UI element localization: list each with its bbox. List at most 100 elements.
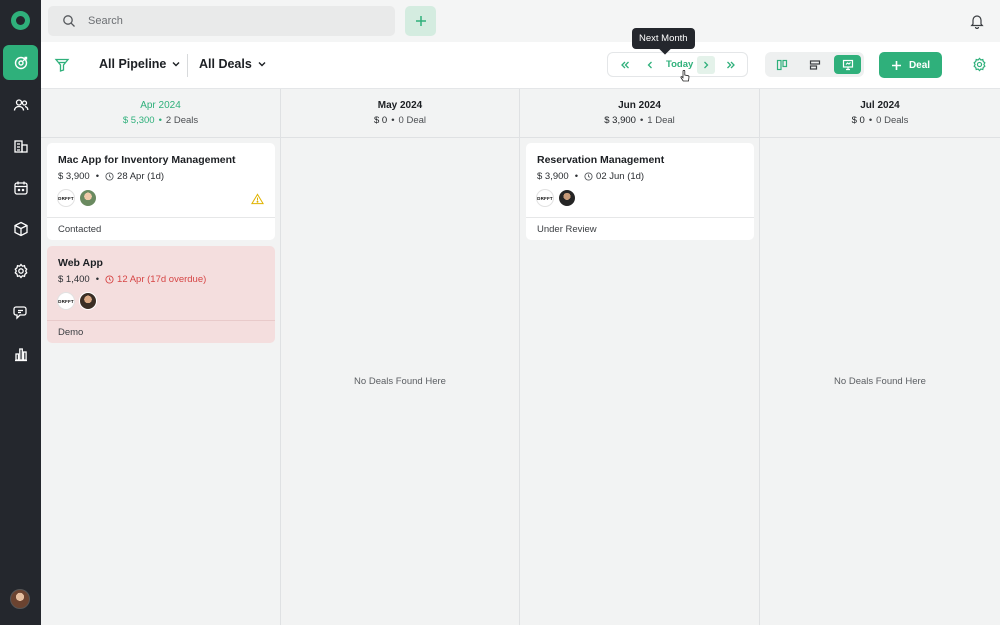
month-column: Jul 2024 $ 0 • 0 Deals No Deals Found Here bbox=[760, 89, 1000, 625]
column-stats: $ 0 • 0 Deal bbox=[373, 115, 426, 126]
deal-people: DRFFT bbox=[57, 292, 97, 310]
column-header: Jun 2024 $ 3,900 • 1 Deal bbox=[520, 89, 759, 138]
chevron-right-icon bbox=[704, 61, 709, 69]
column-amount: $ 0 bbox=[373, 115, 388, 126]
pipeline-dropdown[interactable]: All Pipeline bbox=[99, 57, 181, 71]
column-month: Apr 2024 bbox=[140, 100, 181, 111]
empty-state: No Deals Found Here bbox=[834, 376, 926, 387]
deal-card[interactable]: Web App $ 1,400 • 12 Apr (17d overdue) D… bbox=[47, 246, 275, 343]
next-month-tooltip: Next Month bbox=[632, 28, 695, 49]
quick-add-button[interactable] bbox=[405, 6, 436, 36]
next-year-button[interactable] bbox=[722, 56, 740, 74]
app: All Pipeline All Deals Today bbox=[0, 0, 1000, 625]
add-deal-button[interactable]: Deal bbox=[879, 52, 942, 78]
hand-cursor-icon bbox=[680, 70, 690, 82]
deal-close-date: 12 Apr (17d overdue) bbox=[117, 274, 207, 285]
sidebar-item-deals[interactable] bbox=[3, 45, 38, 80]
previous-year-button[interactable] bbox=[616, 56, 634, 74]
deal-title: Web App bbox=[58, 257, 103, 269]
next-month-button[interactable] bbox=[697, 56, 715, 74]
sidebar-item-companies[interactable] bbox=[3, 128, 38, 163]
avatar[interactable] bbox=[558, 189, 576, 207]
box-icon bbox=[13, 221, 28, 236]
deal-meta: $ 3,900 • 28 Apr (1d) bbox=[58, 171, 165, 182]
bell-icon[interactable] bbox=[969, 13, 985, 29]
double-chevron-right-icon bbox=[727, 61, 735, 69]
previous-month-button[interactable] bbox=[641, 56, 659, 74]
sidebar-item-messages[interactable] bbox=[3, 294, 38, 329]
sidebar-item-products[interactable] bbox=[3, 211, 38, 246]
deal-amount: $ 3,900 bbox=[58, 171, 90, 182]
deal-meta: $ 3,900 • 02 Jun (1d) bbox=[537, 171, 645, 182]
month-column: Apr 2024 $ 5,300 • 2 Deals Mac App for Inv… bbox=[41, 89, 281, 625]
chevron-down-icon bbox=[172, 62, 180, 67]
deal-stage: Contacted bbox=[47, 217, 275, 235]
avatar[interactable] bbox=[79, 292, 97, 310]
sidebar-item-calendar[interactable] bbox=[3, 170, 38, 205]
search-input[interactable] bbox=[88, 15, 378, 27]
plus-icon bbox=[891, 60, 901, 70]
settings-icon bbox=[13, 262, 28, 279]
deal-card[interactable]: Mac App for Inventory Management $ 3,900… bbox=[47, 143, 275, 240]
warning-icon bbox=[251, 193, 264, 205]
clock-icon bbox=[105, 172, 114, 181]
search-icon bbox=[63, 15, 75, 27]
month-column: May 2024 $ 0 • 0 Deal No Deals Found Here bbox=[281, 89, 520, 625]
company-logo: DRFFT bbox=[57, 189, 75, 207]
column-header: Jul 2024 $ 0 • 0 Deals bbox=[760, 89, 1000, 138]
toolbar: All Pipeline All Deals Today Deal bbox=[41, 42, 1000, 89]
kanban-view-button[interactable] bbox=[768, 55, 795, 74]
sidebar-item-contacts[interactable] bbox=[3, 87, 38, 122]
list-view-icon bbox=[809, 59, 820, 70]
deal-meta: $ 1,400 • 12 Apr (17d overdue) bbox=[58, 274, 207, 285]
deals-filter-label: All Deals bbox=[199, 57, 252, 71]
clock-icon bbox=[584, 172, 593, 181]
deal-people: DRFFT bbox=[57, 189, 97, 207]
column-header: Apr 2024 $ 5,300 • 2 Deals bbox=[41, 89, 280, 138]
search-bar[interactable] bbox=[48, 6, 395, 36]
deals-filter-dropdown[interactable]: All Deals bbox=[199, 57, 267, 71]
plus-icon bbox=[415, 16, 426, 26]
toolbar-divider bbox=[187, 54, 188, 77]
double-chevron-left-icon bbox=[621, 61, 629, 69]
sidebar-item-reports[interactable] bbox=[3, 336, 38, 371]
deal-title: Mac App for Inventory Management bbox=[58, 154, 236, 166]
column-header: May 2024 $ 0 • 0 Deal bbox=[281, 89, 519, 138]
today-button[interactable]: Today bbox=[666, 59, 693, 70]
column-count: 2 Deals bbox=[165, 115, 199, 126]
month-column: Jun 2024 $ 3,900 • 1 Deal Reservation Mana… bbox=[520, 89, 760, 625]
chat-icon bbox=[12, 305, 27, 320]
date-navigation: Today bbox=[607, 52, 748, 77]
forecast-view-button[interactable] bbox=[834, 55, 861, 74]
column-month: Jun 2024 bbox=[618, 100, 661, 111]
gear-icon[interactable] bbox=[972, 57, 987, 72]
sidebar-item-settings[interactable] bbox=[3, 253, 38, 288]
column-stats: $ 3,900 • 1 Deal bbox=[604, 115, 675, 126]
kanban-icon bbox=[776, 59, 787, 70]
chevron-left-icon bbox=[647, 61, 652, 69]
column-stats: $ 0 • 0 Deals bbox=[851, 115, 909, 126]
avatar[interactable] bbox=[79, 189, 97, 207]
app-logo[interactable] bbox=[11, 11, 30, 30]
funnel-icon[interactable] bbox=[54, 57, 70, 73]
empty-state: No Deals Found Here bbox=[354, 376, 446, 387]
add-deal-label: Deal bbox=[908, 59, 931, 71]
company-logo: DRFFT bbox=[536, 189, 554, 207]
user-avatar[interactable] bbox=[10, 589, 30, 609]
contacts-icon bbox=[13, 98, 28, 111]
deal-title: Reservation Management bbox=[537, 154, 665, 166]
calendar-icon bbox=[13, 181, 28, 195]
list-view-button[interactable] bbox=[801, 55, 828, 74]
deal-stage: Demo bbox=[47, 320, 275, 338]
reports-icon bbox=[14, 347, 27, 361]
column-month: Jul 2024 bbox=[860, 100, 900, 111]
deal-stage: Under Review bbox=[526, 217, 754, 235]
deal-amount: $ 3,900 bbox=[537, 171, 569, 182]
deal-card[interactable]: Reservation Management $ 3,900 • 02 Jun … bbox=[526, 143, 754, 240]
column-count: 0 Deal bbox=[398, 115, 426, 126]
target-icon bbox=[14, 56, 27, 69]
pipeline-dropdown-label: All Pipeline bbox=[99, 57, 167, 71]
chevron-down-icon bbox=[258, 62, 266, 67]
column-count: 1 Deal bbox=[647, 115, 675, 126]
column-count: 0 Deals bbox=[876, 115, 909, 126]
